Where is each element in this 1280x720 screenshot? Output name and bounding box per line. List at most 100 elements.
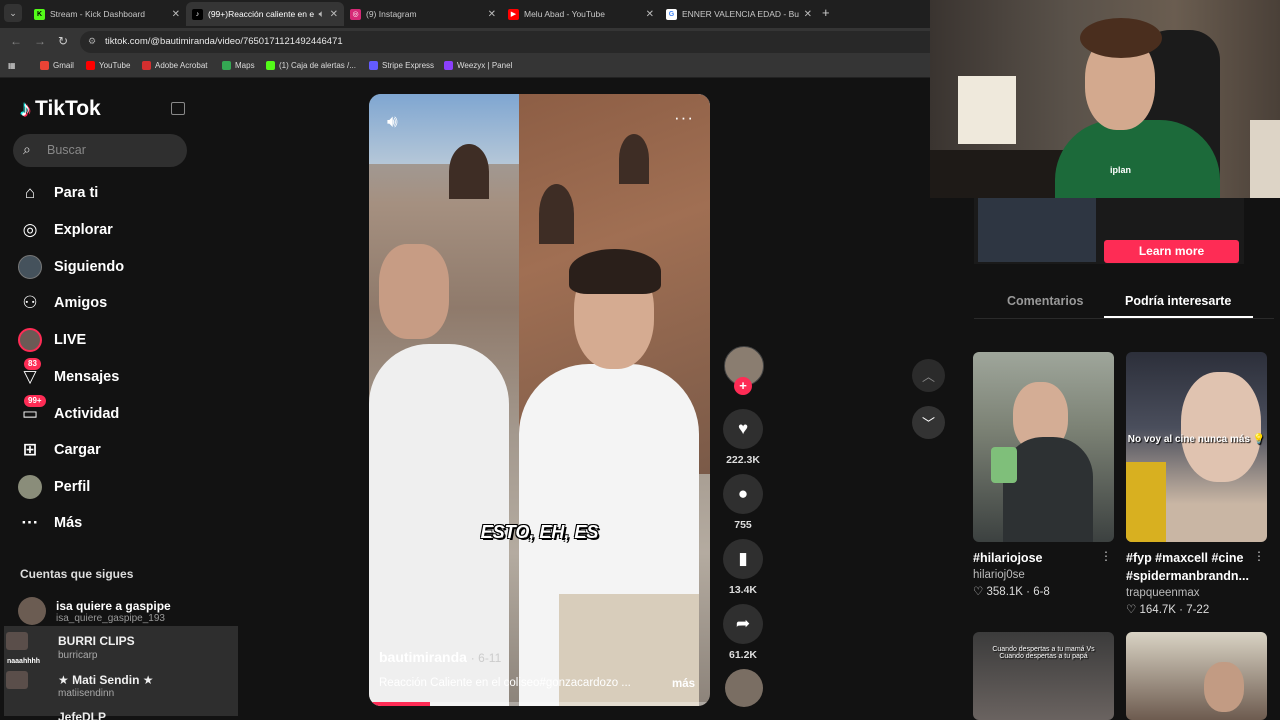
previous-video-button[interactable]: ︿ bbox=[912, 359, 945, 392]
follow-plus-icon[interactable]: + bbox=[734, 377, 752, 395]
bookmark-acrobat[interactable]: Adobe Acrobat bbox=[142, 61, 207, 70]
close-icon[interactable]: ✕ bbox=[646, 9, 654, 20]
tab-kick[interactable]: K Stream - Kick Dashboard ✕ bbox=[28, 2, 186, 26]
comment-icon: ● bbox=[737, 484, 749, 503]
site-info-icon[interactable]: ⚙ bbox=[88, 36, 96, 47]
card-more-icon[interactable]: ⋮ bbox=[1253, 549, 1265, 563]
nav-explorar[interactable]: ◎ Explorar bbox=[18, 218, 113, 242]
nav-amigos[interactable]: ⚇ Amigos bbox=[18, 291, 107, 315]
bookmark-maps[interactable]: Maps bbox=[222, 61, 255, 70]
video-player[interactable]: 🔊︎ ··· ESTO, EH, ES bautimiranda · 6-11 … bbox=[369, 94, 710, 706]
tab-search-icon[interactable]: ⌄ bbox=[4, 4, 22, 22]
tab-instagram[interactable]: ◎ (9) Instagram ✕ bbox=[344, 2, 502, 26]
tab-youtube[interactable]: ▶ Melu Abad - YouTube ✕ bbox=[502, 2, 660, 26]
overlay-row: BURRI CLIPS bbox=[4, 630, 238, 652]
card-user[interactable]: trapqueenmax bbox=[1126, 587, 1267, 599]
save-button[interactable]: ▮ bbox=[723, 539, 763, 579]
video-more-icon[interactable]: ··· bbox=[674, 108, 694, 128]
nav-label: Para ti bbox=[54, 185, 99, 201]
following-name: isa quiere a gaspipe bbox=[56, 598, 171, 613]
speaker-icon[interactable]: 🔈︎ bbox=[319, 9, 325, 20]
video-date: 6-11 bbox=[478, 651, 502, 665]
nav-live[interactable]: LIVE bbox=[18, 328, 86, 352]
overlay-handle: matiisendinn bbox=[58, 688, 115, 699]
search-icon: ⌕ bbox=[23, 141, 31, 157]
card-thumbnail[interactable] bbox=[1126, 632, 1267, 720]
nav-para-ti[interactable]: ⌂ Para ti bbox=[18, 181, 98, 205]
search-placeholder: Buscar bbox=[47, 143, 86, 157]
messages-icon: ▽ 83 bbox=[18, 358, 42, 389]
ad-thumbnail[interactable] bbox=[978, 198, 1096, 262]
address-bar[interactable]: ⚙ tiktok.com/@bautimiranda/video/7650171… bbox=[80, 31, 930, 53]
card-title[interactable]: #fyp #maxcell #cine #spidermanbrandn... bbox=[1126, 549, 1250, 585]
bookmark-youtube[interactable]: YouTube bbox=[86, 61, 130, 70]
new-tab-button[interactable]: + bbox=[822, 5, 830, 20]
following-handle: isa_quiere_gaspipe_193 bbox=[56, 612, 165, 624]
like-button[interactable]: ♥ bbox=[723, 409, 763, 449]
sound-disc-avatar[interactable] bbox=[725, 669, 763, 707]
nav-cargar[interactable]: ⊞ Cargar bbox=[18, 438, 101, 462]
video-author-line[interactable]: bautimiranda · 6-11 bbox=[379, 649, 501, 665]
recommended-card[interactable]: No voy al cine nunca más 💡 #fyp #maxcell… bbox=[1126, 352, 1267, 616]
comment-count: 755 bbox=[734, 519, 752, 531]
nav-mensajes[interactable]: ▽ 83 Mensajes bbox=[18, 358, 119, 389]
bookmark-stripe[interactable]: Stripe Express bbox=[369, 61, 434, 70]
nav-actividad[interactable]: ▭ 99+ Actividad bbox=[18, 395, 119, 426]
back-icon[interactable]: ← bbox=[10, 34, 22, 48]
tab-comentarios[interactable]: Comentarios bbox=[1007, 294, 1083, 308]
heart-outline-icon: ♡ bbox=[973, 586, 987, 598]
recommended-card[interactable]: #hilariojose ⋮ hilarioj0se ♡ 358.1K · 6-… bbox=[973, 352, 1114, 598]
card-user[interactable]: hilarioj0se bbox=[973, 569, 1114, 581]
tab-podria-interesarte[interactable]: Podría interesarte bbox=[1125, 294, 1231, 308]
search-input[interactable]: ⌕ Buscar bbox=[13, 134, 187, 167]
following-avatar-icon bbox=[18, 255, 42, 279]
forward-icon[interactable]: → bbox=[34, 34, 46, 48]
nav-label: Explorar bbox=[54, 222, 113, 238]
video-author[interactable]: bautimiranda bbox=[379, 649, 467, 665]
next-video-button[interactable]: ﹀ bbox=[912, 406, 945, 439]
card-thumbnail[interactable]: No voy al cine nunca más 💡 bbox=[1126, 352, 1267, 542]
webcam-poster bbox=[958, 76, 1016, 144]
close-icon[interactable]: ✕ bbox=[804, 9, 812, 20]
overlay-name: BURRI CLIPS bbox=[58, 634, 135, 648]
recommended-card[interactable] bbox=[1126, 632, 1267, 720]
more-description-button[interactable]: más bbox=[672, 678, 695, 690]
card-title[interactable]: #hilariojose bbox=[973, 549, 1097, 567]
share-button[interactable]: ➦ bbox=[723, 604, 763, 644]
video-progress-bar[interactable] bbox=[369, 702, 710, 706]
chevron-up-icon: ︿ bbox=[921, 369, 935, 384]
bookmark-weezyx[interactable]: Weezyx | Panel bbox=[444, 61, 512, 70]
tab-google[interactable]: G ENNER VALENCIA EDAD - Buscar ✕ bbox=[660, 2, 818, 26]
apps-icon[interactable]: ▦ bbox=[8, 61, 16, 70]
close-icon[interactable]: ✕ bbox=[488, 9, 496, 20]
close-icon[interactable]: ✕ bbox=[330, 9, 338, 20]
close-icon[interactable]: ✕ bbox=[172, 9, 180, 20]
webcam-person-hair bbox=[1080, 18, 1162, 58]
webcam-shirt-logo: iplan bbox=[1110, 165, 1132, 175]
following-item[interactable]: isa quiere a gaspipe isa_quiere_gaspipe_… bbox=[18, 597, 171, 625]
tiktok-logo[interactable]: ♪ TikTok bbox=[20, 96, 101, 122]
webcam-feed: iplan bbox=[930, 0, 1280, 198]
comment-button[interactable]: ● bbox=[723, 474, 763, 514]
bookmark-label: Gmail bbox=[53, 61, 74, 70]
card-thumbnail[interactable]: Cuando despertas a tu mamá Vs Cuando des… bbox=[973, 632, 1114, 720]
nav-siguiendo[interactable]: Siguiendo bbox=[18, 255, 124, 279]
bookmark-gmail[interactable]: Gmail bbox=[40, 61, 74, 70]
card-thumb-cup bbox=[1126, 462, 1166, 542]
nav-mas[interactable]: ··· Más bbox=[18, 511, 83, 535]
learn-more-button[interactable]: Learn more bbox=[1104, 240, 1239, 263]
tab-tiktok[interactable]: ♪ (99+)Reacción caliente en el coliseo 🔈… bbox=[186, 2, 344, 26]
nav-perfil[interactable]: Perfil bbox=[18, 475, 90, 499]
card-date: 6-8 bbox=[1033, 586, 1050, 598]
collapse-sidebar-icon[interactable] bbox=[171, 102, 185, 115]
bookmark-icon: ▮ bbox=[738, 549, 748, 568]
reload-icon[interactable]: ↻ bbox=[58, 34, 68, 48]
volume-icon[interactable]: 🔊︎ bbox=[387, 112, 398, 132]
bookmark-alertas[interactable]: (1) Caja de alertas /... bbox=[266, 61, 356, 70]
share-arrow-icon: ➦ bbox=[735, 614, 751, 633]
following-header: Cuentas que sigues bbox=[20, 567, 134, 581]
card-more-icon[interactable]: ⋮ bbox=[1100, 549, 1112, 563]
card-thumbnail[interactable] bbox=[973, 352, 1114, 542]
card-thumb-cup bbox=[991, 447, 1017, 483]
recommended-card[interactable]: Cuando despertas a tu mamá Vs Cuando des… bbox=[973, 632, 1114, 720]
